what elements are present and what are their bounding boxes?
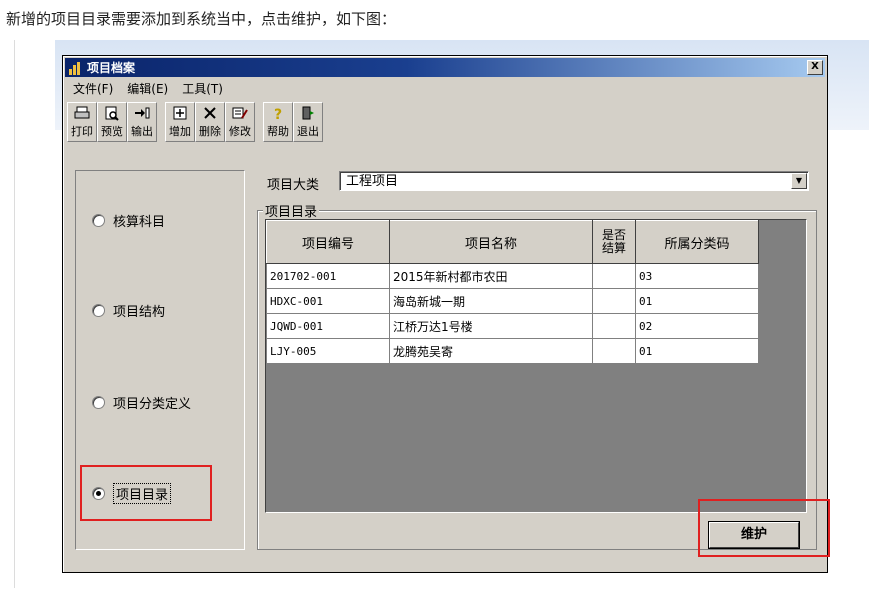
export-button[interactable]: 输出 [127,102,157,142]
cell-name[interactable]: 江桥万达1号楼 [389,313,593,339]
table-row[interactable]: HDXC-001 海岛新城一期 01 [266,288,759,314]
edit-label: 修改 [229,125,251,138]
print-label: 打印 [71,125,93,138]
delete-button[interactable]: 删除 [195,102,225,142]
table-row[interactable]: LJY-005 龙腾苑吴寄 01 [266,338,759,364]
cell-name[interactable]: 2015年新村都市农田 [389,263,593,289]
toolbar: 打印 预览 输出 增加 删除 修改 ? 帮助 退出 [67,102,323,144]
radio-label: 核算科目 [113,215,166,230]
export-label: 输出 [131,125,153,138]
project-table: 项目编号 项目名称 是否结算 所属分类码 201702-001 2015年新村都… [265,219,807,513]
help-button[interactable]: ? 帮助 [263,102,293,142]
menu-bar: 文件(F) 编辑(E) 工具(T) [67,80,223,98]
col-project-name[interactable]: 项目名称 [389,220,593,264]
cell-name[interactable]: 海岛新城一期 [389,288,593,314]
edit-button[interactable]: 修改 [225,102,255,142]
preview-icon [103,105,121,121]
category-select[interactable]: 工程项目 ▼ [339,171,809,191]
help-label: 帮助 [267,125,289,138]
col-settled[interactable]: 是否结算 [592,220,636,264]
radio-project-structure[interactable]: 项目结构 [92,301,165,320]
exit-label: 退出 [297,125,319,138]
add-icon [171,105,189,121]
radio-project-category-definition[interactable]: 项目分类定义 [92,393,191,412]
radio-label: 项目结构 [113,305,166,320]
menu-edit[interactable]: 编辑(E) [127,80,168,98]
delete-icon [201,105,219,121]
dropdown-arrow-icon[interactable]: ▼ [791,173,807,189]
category-label-text: 项目大类 [267,178,320,193]
edit-icon [231,105,249,121]
radio-accounting-subject[interactable]: 核算科目 [92,211,165,230]
preview-button[interactable]: 预览 [97,102,127,142]
col-project-code[interactable]: 项目编号 [266,220,390,264]
cell-settled[interactable] [592,263,636,289]
radio-circle [92,214,105,227]
add-label: 增加 [169,125,191,138]
add-button[interactable]: 增加 [165,102,195,142]
cell-category[interactable]: 01 [635,288,759,314]
delete-label: 删除 [199,125,221,138]
help-icon: ? [269,105,287,121]
print-button[interactable]: 打印 [67,102,97,142]
cell-settled[interactable] [592,338,636,364]
radio-circle [92,304,105,317]
exit-icon [299,105,317,121]
window-titlebar: 项目档案 X [65,58,825,77]
col-settled-label: 是否结算 [601,228,626,255]
page-left-border [14,40,15,588]
cell-settled[interactable] [592,313,636,339]
cell-settled[interactable] [592,288,636,314]
group-title: 项目目录 [263,201,320,220]
cell-code[interactable]: 201702-001 [266,263,390,289]
cell-category[interactable]: 02 [635,313,759,339]
highlight-box-project-directory [80,465,212,521]
table-row[interactable]: 201702-001 2015年新村都市农田 03 [266,263,759,289]
cell-name[interactable]: 龙腾苑吴寄 [389,338,593,364]
window-title: 项目档案 [87,61,136,75]
cell-category[interactable]: 01 [635,338,759,364]
table-header-row: 项目编号 项目名称 是否结算 所属分类码 [266,220,759,264]
radio-circle [92,396,105,409]
instruction-caption: 新增的项目目录需要添加到系统当中，点击维护，如下图： [6,10,397,28]
app-chart-icon [69,61,83,75]
cell-code[interactable]: JQWD-001 [266,313,390,339]
category-value: 工程项目 [346,174,399,189]
svg-text:?: ? [274,107,282,121]
menu-tools[interactable]: 工具(T) [182,80,223,98]
printer-icon [73,105,91,121]
cell-category[interactable]: 03 [635,263,759,289]
export-icon [133,105,151,121]
radio-label: 项目分类定义 [113,397,192,412]
col-category-code[interactable]: 所属分类码 [635,220,759,264]
close-button[interactable]: X [807,60,823,75]
category-label: 项目大类 [267,174,319,193]
highlight-box-maintain [698,499,830,557]
table-row[interactable]: JQWD-001 江桥万达1号楼 02 [266,313,759,339]
exit-button[interactable]: 退出 [293,102,323,142]
preview-label: 预览 [101,125,123,138]
menu-file[interactable]: 文件(F) [73,80,113,98]
cell-code[interactable]: HDXC-001 [266,288,390,314]
cell-code[interactable]: LJY-005 [266,338,390,364]
